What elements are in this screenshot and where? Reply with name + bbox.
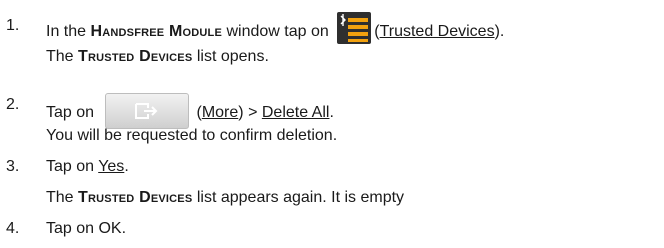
trusted-devices-icon[interactable] [337, 12, 372, 44]
step-text: In the [46, 23, 87, 41]
delete-all-menu-item[interactable]: Delete All [262, 104, 330, 121]
step-text: You will be requested to confirm deletio… [46, 127, 338, 144]
trusted-devices-link[interactable]: Trusted Devices [380, 23, 495, 40]
step-text: The [46, 189, 74, 206]
step-number: 4. [6, 220, 20, 237]
step-1-line-2: The Trusted Devices list opens. [46, 47, 269, 67]
step-2-line-1: 2. Tap on (More) > Delete All. [0, 93, 664, 129]
step-1-line-1: 1. In the Handsfree Module window tap on… [0, 12, 664, 44]
list-name: Trusted Devices [78, 189, 193, 206]
yes-link[interactable]: Yes [98, 158, 124, 175]
step-number: 3. [6, 158, 20, 175]
module-name: Handsfree Module [90, 23, 223, 41]
more-button-icon[interactable] [104, 93, 189, 129]
step-text: list appears again. It is empty [196, 189, 405, 206]
step-2-line-2: You will be requested to confirm deletio… [46, 126, 337, 146]
step-number: 1. [6, 17, 20, 34]
step-3-line-1: 3. Tap on Yes. [6, 158, 129, 175]
step-text: The [46, 48, 74, 65]
step-4-line-1: 4. Tap on OK. [0, 219, 664, 239]
list-name: Trusted Devices [78, 48, 193, 65]
more-link[interactable]: More [202, 104, 238, 121]
step-text: list opens. [196, 48, 269, 65]
step-3-line-2: The Trusted Devices list appears again. … [46, 188, 404, 208]
menu-separator: > [248, 104, 258, 122]
step-text: Tap on OK. [46, 220, 127, 237]
step-text: Tap on [46, 104, 95, 122]
step-number: 2. [6, 96, 20, 113]
step-text: Tap on [46, 158, 95, 175]
step-text: window tap on [226, 23, 329, 41]
